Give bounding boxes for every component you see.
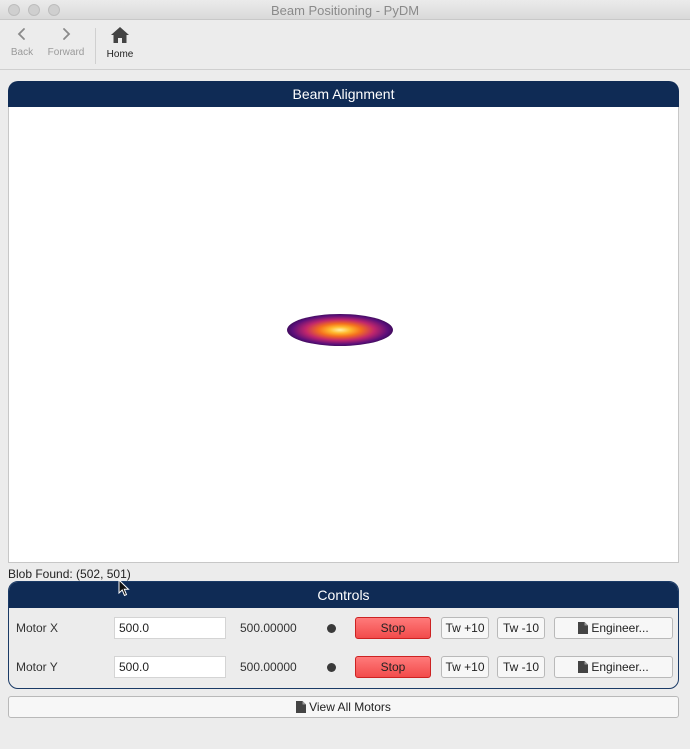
motor-row: Motor Y 500.0 500.00000 Stop Tw +10 Tw -… xyxy=(9,655,678,679)
motor-name-label: Motor Y xyxy=(16,660,58,674)
stop-button[interactable]: Stop xyxy=(355,617,431,639)
readback-value: 500.00000 xyxy=(240,621,297,635)
engineer-button[interactable]: Engineer... xyxy=(554,656,673,678)
beam-alignment-panel: Beam Alignment xyxy=(8,81,679,563)
stop-button[interactable]: Stop xyxy=(355,656,431,678)
chevron-right-icon xyxy=(63,28,71,40)
home-icon xyxy=(111,27,129,43)
forward-button[interactable]: Forward xyxy=(44,26,88,58)
back-label: Back xyxy=(10,47,34,58)
toolbar-divider xyxy=(95,28,96,64)
motor-name-label: Motor X xyxy=(16,621,59,635)
blob-status-label: Blob Found: (502, 501) xyxy=(8,567,131,581)
mouse-cursor-icon xyxy=(118,579,130,597)
beam-blob xyxy=(287,314,393,346)
home-button[interactable]: Home xyxy=(98,26,142,60)
navigation-toolbar: Back Forward Home xyxy=(0,20,690,70)
forward-label: Forward xyxy=(47,47,85,58)
readback-value: 500.00000 xyxy=(240,660,297,674)
engineer-label: Engineer... xyxy=(591,621,649,635)
controls-header: Controls xyxy=(9,582,678,608)
tweak-minus-button[interactable]: Tw -10 xyxy=(497,656,545,678)
view-all-motors-button[interactable]: View All Motors xyxy=(8,696,679,718)
beam-image-view[interactable] xyxy=(8,107,679,563)
document-icon xyxy=(578,622,589,634)
beam-alignment-header: Beam Alignment xyxy=(8,81,679,107)
engineer-label: Engineer... xyxy=(591,660,649,674)
back-button[interactable]: Back xyxy=(0,26,44,58)
moving-indicator xyxy=(327,624,336,633)
tweak-plus-button[interactable]: Tw +10 xyxy=(441,656,489,678)
engineer-button[interactable]: Engineer... xyxy=(554,617,673,639)
motor-row: Motor X 500.0 500.00000 Stop Tw +10 Tw -… xyxy=(9,616,678,640)
document-icon xyxy=(296,701,307,713)
setpoint-input[interactable]: 500.0 xyxy=(114,617,226,639)
moving-indicator xyxy=(327,663,336,672)
tweak-plus-button[interactable]: Tw +10 xyxy=(441,617,489,639)
setpoint-input[interactable]: 500.0 xyxy=(114,656,226,678)
view-all-motors-label: View All Motors xyxy=(309,700,391,714)
tweak-minus-button[interactable]: Tw -10 xyxy=(497,617,545,639)
controls-panel: Controls Motor X 500.0 500.00000 Stop Tw… xyxy=(8,581,679,689)
window-titlebar: Beam Positioning - PyDM xyxy=(0,0,690,20)
chevron-left-icon xyxy=(17,28,25,40)
window-title: Beam Positioning - PyDM xyxy=(270,3,420,18)
home-label: Home xyxy=(106,49,134,60)
document-icon xyxy=(578,661,589,673)
